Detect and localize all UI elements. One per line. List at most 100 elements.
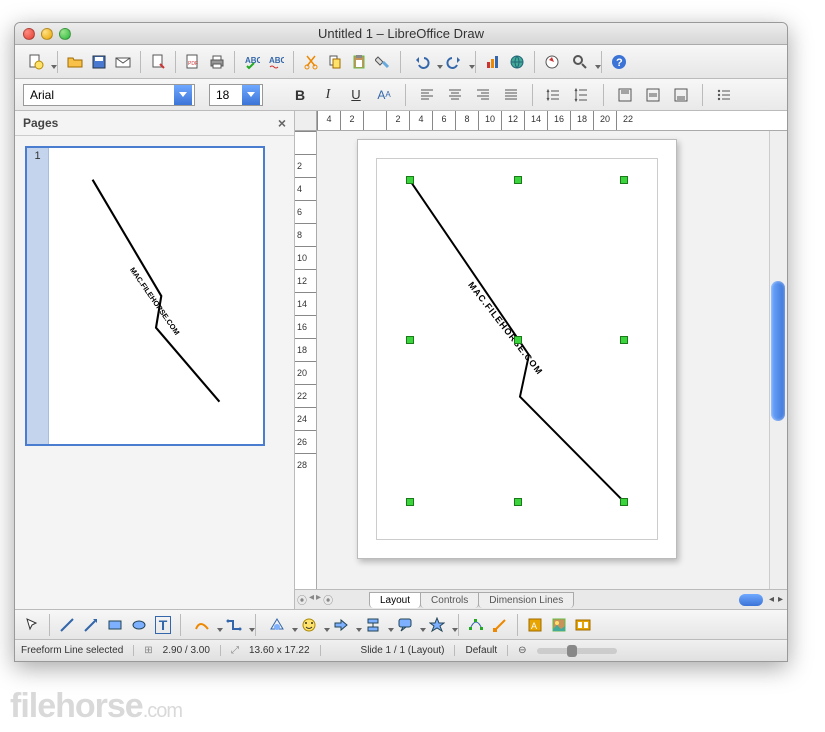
selection-handle-s[interactable] xyxy=(514,498,522,506)
ruler-corner xyxy=(295,111,317,131)
rectangle-tool-button[interactable] xyxy=(104,614,126,636)
font-scale-button[interactable]: AA xyxy=(373,84,395,106)
line-tool-button[interactable] xyxy=(56,614,78,636)
stars-button[interactable] xyxy=(422,614,452,636)
hyperlink-button[interactable] xyxy=(506,51,528,73)
edit-points-button[interactable] xyxy=(465,614,487,636)
email-button[interactable] xyxy=(112,51,134,73)
line-spacing-2-button[interactable] xyxy=(571,84,593,106)
from-file-button[interactable] xyxy=(548,614,570,636)
arrow-tool-button[interactable] xyxy=(80,614,102,636)
horizontal-ruler[interactable]: 42246810121416182022 xyxy=(317,111,787,131)
tab-nav-last-icon[interactable]: ⦿ xyxy=(323,592,333,607)
selection-handle-w[interactable] xyxy=(406,336,414,344)
selection-handle-e[interactable] xyxy=(620,336,628,344)
tab-controls[interactable]: Controls xyxy=(420,592,479,608)
tab-nav-next-icon[interactable]: ▸ xyxy=(316,592,321,607)
ellipse-tool-button[interactable] xyxy=(128,614,150,636)
hruler-tick: 2 xyxy=(340,111,363,131)
glue-points-button[interactable] xyxy=(489,614,511,636)
italic-button[interactable]: I xyxy=(317,84,339,106)
zoom-button[interactable] xyxy=(565,51,595,73)
valign-top-button[interactable] xyxy=(614,84,636,106)
navigator-button[interactable] xyxy=(541,51,563,73)
tab-layout[interactable]: Layout xyxy=(369,592,421,608)
drawing-toolbar: T A xyxy=(15,609,787,639)
bold-button[interactable]: B xyxy=(289,84,311,106)
selection-handle-n[interactable] xyxy=(514,176,522,184)
chart-button[interactable] xyxy=(482,51,504,73)
open-button[interactable] xyxy=(64,51,86,73)
selection-handle-se[interactable] xyxy=(620,498,628,506)
auto-spellcheck-button[interactable]: ABC xyxy=(265,51,287,73)
scroll-right-icon[interactable]: ▸ xyxy=(778,594,783,605)
edit-file-button[interactable] xyxy=(147,51,169,73)
cut-button[interactable] xyxy=(300,51,322,73)
gallery-button[interactable] xyxy=(572,614,594,636)
font-size-combo[interactable] xyxy=(209,84,263,106)
vertical-ruler[interactable]: 246810121416182022242628 xyxy=(295,131,317,589)
basic-shapes-button[interactable] xyxy=(262,614,292,636)
svg-text:?: ? xyxy=(616,57,623,69)
page-thumbnail[interactable]: 1 MAC.FILEHORSE.COM xyxy=(25,146,265,446)
drawing-canvas[interactable]: MAC.FILEHORSE.COM xyxy=(317,131,769,589)
hruler-tick: 16 xyxy=(547,111,570,131)
fontwork-button[interactable]: A xyxy=(524,614,546,636)
vruler-tick: 24 xyxy=(295,407,316,430)
font-name-dropdown[interactable] xyxy=(174,85,192,105)
format-paintbrush-button[interactable] xyxy=(372,51,394,73)
align-center-button[interactable] xyxy=(444,84,466,106)
hruler-tick: 12 xyxy=(501,111,524,131)
horizontal-scrollbar-thumb[interactable] xyxy=(739,594,763,606)
curve-tool-button[interactable] xyxy=(187,614,217,636)
bullet-list-button[interactable] xyxy=(713,84,735,106)
align-right-button[interactable] xyxy=(472,84,494,106)
line-spacing-1-button[interactable] xyxy=(543,84,565,106)
copy-button[interactable] xyxy=(324,51,346,73)
redo-button[interactable] xyxy=(439,51,469,73)
font-name-combo[interactable] xyxy=(23,84,195,106)
font-size-input[interactable] xyxy=(210,85,242,105)
new-button[interactable] xyxy=(21,51,51,73)
tab-dimension-lines[interactable]: Dimension Lines xyxy=(478,592,574,608)
vertical-scrollbar-thumb[interactable] xyxy=(771,281,785,421)
svg-text:ABC: ABC xyxy=(269,56,284,65)
pages-panel-close-icon[interactable]: × xyxy=(278,115,286,131)
undo-button[interactable] xyxy=(407,51,437,73)
select-tool-button[interactable] xyxy=(21,614,43,636)
canvas-area: 42246810121416182022 2468101214161820222… xyxy=(295,111,787,609)
font-name-input[interactable] xyxy=(24,85,174,105)
align-left-button[interactable] xyxy=(416,84,438,106)
hruler-tick: 8 xyxy=(455,111,478,131)
callouts-button[interactable] xyxy=(390,614,420,636)
pages-panel-header: Pages × xyxy=(15,111,294,136)
zoom-out-icon[interactable]: ⊖ xyxy=(518,645,526,656)
spellcheck-button[interactable]: ABC xyxy=(241,51,263,73)
valign-middle-button[interactable] xyxy=(642,84,664,106)
font-size-dropdown[interactable] xyxy=(242,85,260,105)
flowchart-button[interactable] xyxy=(358,614,388,636)
help-button[interactable]: ? xyxy=(608,51,630,73)
underline-button[interactable]: U xyxy=(345,84,367,106)
right-scroll-track[interactable] xyxy=(769,131,787,589)
hruler-tick: 18 xyxy=(570,111,593,131)
save-button[interactable] xyxy=(88,51,110,73)
tab-nav-first-icon[interactable]: ⦿ xyxy=(297,592,307,607)
selection-handle-ne[interactable] xyxy=(620,176,628,184)
scroll-left-icon[interactable]: ◂ xyxy=(769,594,774,605)
tab-nav-prev-icon[interactable]: ◂ xyxy=(309,592,314,607)
paste-button[interactable] xyxy=(348,51,370,73)
hruler-tick: 4 xyxy=(409,111,432,131)
print-button[interactable] xyxy=(206,51,228,73)
text-tool-button[interactable]: T xyxy=(152,614,174,636)
zoom-slider[interactable] xyxy=(537,648,617,654)
symbol-shapes-button[interactable] xyxy=(294,614,324,636)
selection-handle-nw[interactable] xyxy=(406,176,414,184)
connector-tool-button[interactable] xyxy=(219,614,249,636)
selection-handle-c[interactable] xyxy=(514,336,522,344)
selection-handle-sw[interactable] xyxy=(406,498,414,506)
block-arrows-button[interactable] xyxy=(326,614,356,636)
valign-bottom-button[interactable] xyxy=(670,84,692,106)
export-pdf-button[interactable]: PDF xyxy=(182,51,204,73)
justify-button[interactable] xyxy=(500,84,522,106)
